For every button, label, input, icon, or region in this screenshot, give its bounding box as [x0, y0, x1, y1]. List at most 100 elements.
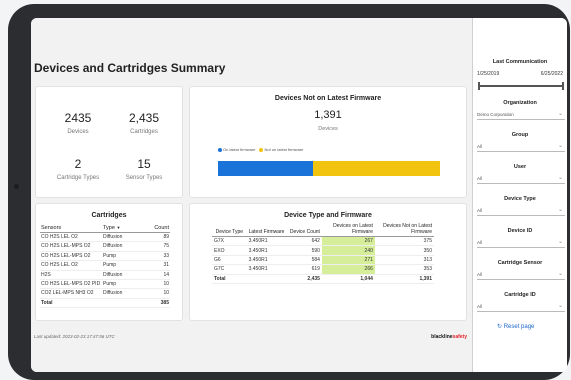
reset-icon: ↻: [497, 324, 503, 330]
table-row[interactable]: G6 3.450R1 584 271 313: [212, 255, 434, 266]
camera: [14, 184, 19, 189]
cell-type: Diffusion: [102, 270, 144, 280]
filter-value: All: [477, 144, 483, 149]
table-row[interactable]: H2S Diffusion 14: [40, 270, 170, 280]
filter-value: Demo Corporation: [477, 112, 514, 117]
filter-label: User: [513, 164, 527, 170]
cartridges-card: Cartridges Sensors Type ▼ Count CO H2S L…: [35, 203, 183, 321]
table-row[interactable]: CO2 LEL-MPS NH3 O2 Diffusion 10: [40, 288, 170, 299]
col-count[interactable]: Count: [144, 224, 170, 233]
reset-page-button[interactable]: ↻ Reset page: [497, 323, 534, 330]
filter-label: Organization: [503, 100, 537, 106]
total-device-count: 2,435: [287, 273, 322, 284]
table-total-row: Total 2,435 1,044 1,391: [212, 273, 434, 284]
cell-on-latest: 271: [321, 255, 375, 266]
col-type[interactable]: Type ▼: [102, 224, 144, 233]
total-on-latest: 1,044: [321, 273, 375, 284]
chevron-down-icon: ⌄: [557, 239, 563, 245]
table-total-row: Total 385: [40, 297, 170, 309]
cell-count: 14: [144, 270, 170, 280]
cell-count: 33: [144, 251, 170, 262]
table-row[interactable]: CO H2S LEL O2 Diffusion 89: [40, 232, 170, 243]
date-from[interactable]: 1/25/2019: [477, 71, 499, 77]
cell-sensors: CO H2S LEL O2: [40, 260, 102, 271]
date-range-slider[interactable]: [478, 82, 564, 90]
cell-type: Pump: [102, 279, 144, 290]
col-not-latest[interactable]: Devices Not on Latest Firmware: [374, 222, 434, 237]
legend-dot-icon: [218, 147, 222, 152]
cell-not-latest: 375: [374, 236, 434, 247]
chevron-down-icon: ⌄: [557, 143, 563, 149]
table-row[interactable]: CO H2S LEL-MPS O2 PID Pump 10: [40, 279, 170, 290]
date-to[interactable]: 6/25/2022: [541, 71, 563, 77]
filter-label: Cartridge Sensor: [497, 260, 543, 266]
cell-type: Diffusion: [102, 232, 144, 243]
slider-handle-start[interactable]: [478, 82, 480, 90]
kpi-value: 2: [74, 157, 82, 171]
total-not-latest: 1,391: [374, 273, 434, 284]
filter-dropdown[interactable]: All ⌄: [477, 301, 565, 312]
filter-label: Cartridge ID: [504, 292, 536, 298]
col-sensors[interactable]: Sensors: [40, 224, 102, 233]
col-device-type[interactable]: Device Type: [212, 222, 247, 237]
cell-firmware: 3.450R1: [246, 264, 288, 275]
kpi-label: Cartridges: [130, 129, 158, 135]
filter-value: All: [477, 304, 483, 309]
filter-dropdown[interactable]: All ⌄: [477, 205, 565, 216]
cell-not-latest: 353: [374, 264, 434, 275]
bar-not-latest: [313, 161, 440, 176]
filter-dropdown[interactable]: All ⌄: [477, 237, 565, 248]
cell-sensors: H2S: [40, 270, 102, 280]
cell-firmware: 3.450R1: [246, 245, 288, 256]
col-device-count[interactable]: Device Count: [287, 222, 322, 237]
sort-desc-icon: ▼: [116, 225, 121, 230]
table-row[interactable]: G7C 3.450R1 619 266 353: [212, 264, 434, 275]
filter-dropdown[interactable]: All ⌄: [477, 173, 565, 184]
firmware-legend: On latest firmware Not on latest firmwar…: [218, 147, 303, 152]
last-updated: Last updated: 2023-02-23 17:47:56 UTC: [34, 334, 115, 339]
kpi-label: Sensor Types: [125, 175, 163, 181]
cell-sensors: CO H2S LEL-MPS O2: [40, 251, 102, 262]
cartridges-table: Sensors Type ▼ Count CO H2S LEL O2 Diffus…: [40, 224, 170, 309]
chevron-down-icon: ⌄: [557, 111, 563, 117]
total-value: 385: [144, 297, 170, 309]
filter-dropdown[interactable]: Demo Corporation ⌄: [477, 109, 565, 120]
filter-dropdown[interactable]: All ⌄: [477, 141, 565, 152]
kpi-sensor-types: 15 Sensor Types: [114, 157, 174, 181]
slider-handle-end[interactable]: [562, 82, 564, 90]
chevron-down-icon: ⌄: [557, 271, 563, 277]
table-row[interactable]: CO H2S LEL-MPS O2 Diffusion 75: [40, 241, 170, 252]
kpi-label: Cartridge Types: [56, 175, 100, 181]
col-on-latest[interactable]: Devices on Latest Firmware: [321, 222, 375, 237]
total-label: Total: [40, 297, 102, 309]
cell-type: Pump: [102, 260, 144, 271]
kpi-label: Devices: [67, 129, 89, 135]
col-latest-firmware[interactable]: Latest Firmware: [246, 222, 288, 237]
filter-dropdown[interactable]: All ⌄: [477, 269, 565, 280]
cartridges-title: Cartridges: [91, 212, 127, 219]
table-row[interactable]: CO H2S LEL-MPS O2 Pump 33: [40, 251, 170, 262]
cell-firmware: 3.450R1: [246, 255, 288, 266]
table-row[interactable]: G7X 3.450R1 642 267 375: [212, 236, 434, 247]
cell-count: 590: [287, 245, 322, 256]
date-range: 1/25/2019 6/25/2022: [477, 71, 563, 77]
cell-count: 10: [144, 288, 170, 299]
kpi-cartridge-types: 2 Cartridge Types: [48, 157, 108, 181]
filter-label: Device Type: [504, 196, 536, 202]
brand-logo: blacklinesafety: [431, 334, 467, 340]
cell-firmware: 3.450R1: [246, 236, 288, 247]
filter-value: All: [477, 208, 483, 213]
cell-device-type: G6: [212, 255, 247, 266]
cell-count: 31: [144, 260, 170, 271]
firmware-title: Devices Not on Latest Firmware: [274, 95, 382, 102]
cell-sensors: CO H2S LEL-MPS O2: [40, 241, 102, 252]
firmware-value: 1,391: [314, 109, 342, 121]
table-row[interactable]: CO H2S LEL O2 Pump 31: [40, 260, 170, 271]
device-firmware-title: Device Type and Firmware: [284, 212, 372, 219]
table-row[interactable]: EXO 3.450R1 590 240 350: [212, 245, 434, 256]
chevron-down-icon: ⌄: [557, 303, 563, 309]
last-communication-title: Last Communication: [492, 59, 548, 65]
filter-label: Group: [511, 132, 529, 138]
cell-sensors: CO H2S LEL O2: [40, 232, 102, 243]
kpi-value: 15: [137, 157, 151, 171]
